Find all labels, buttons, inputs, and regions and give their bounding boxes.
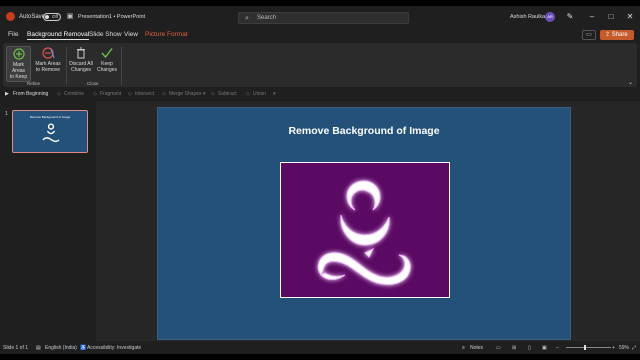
search-placeholder: Search bbox=[257, 15, 277, 21]
title-bar: AutoSave Off ▣ Presentation1 • PowerPoin… bbox=[0, 6, 640, 28]
union-button[interactable]: Union bbox=[253, 91, 266, 97]
group-label-refine: Refine bbox=[27, 81, 41, 86]
fit-to-window-icon[interactable]: ⤢ bbox=[632, 345, 636, 351]
group-separator bbox=[121, 47, 122, 85]
notes-icon: ≡ bbox=[462, 345, 465, 351]
mark-remove-line2: to Remove bbox=[35, 67, 61, 73]
keep-changes-button[interactable]: Keep Changes bbox=[95, 46, 119, 82]
share-button[interactable]: ⇪ Share bbox=[600, 30, 634, 40]
zoom-slider[interactable] bbox=[566, 347, 611, 348]
close-icon[interactable]: ✕ bbox=[625, 12, 635, 22]
zoom-out-icon[interactable]: – bbox=[556, 345, 559, 351]
ribbon-panel: Mark Areas to Keep Mark Areas to Remove … bbox=[3, 43, 637, 87]
autosave-label: AutoSave bbox=[19, 14, 46, 20]
intersect-button[interactable]: Intersect bbox=[135, 91, 154, 97]
mark-areas-to-keep-button[interactable]: Mark Areas to Keep bbox=[6, 46, 31, 82]
pen-icon[interactable]: ✎ bbox=[565, 12, 575, 22]
share-icon: ⇪ bbox=[605, 32, 611, 38]
slide-counter: Slide 1 of 1 bbox=[3, 345, 29, 351]
slide-title[interactable]: Remove Background of Image bbox=[158, 125, 570, 137]
slide-thumbnail[interactable]: Remove Background of Image bbox=[12, 110, 88, 153]
union-icon: ◇ bbox=[246, 91, 250, 97]
subtract-icon: ◇ bbox=[211, 91, 215, 97]
comment-icon: ▭ bbox=[586, 32, 592, 38]
fragment-button[interactable]: Fragment bbox=[100, 91, 121, 97]
share-label: Share bbox=[611, 32, 628, 38]
mark-keep-line2: to Keep bbox=[9, 74, 28, 80]
maximize-icon[interactable]: □ bbox=[606, 12, 616, 22]
customize-toolbar-icon[interactable]: ▾ bbox=[273, 91, 276, 97]
slideshow-icon: ▶ bbox=[5, 91, 9, 97]
mark-keep-icon bbox=[12, 48, 25, 60]
reading-view-icon[interactable]: ▯ bbox=[528, 345, 531, 351]
tab-file[interactable]: File bbox=[8, 31, 18, 38]
zoom-level[interactable]: 59% bbox=[619, 345, 629, 351]
group-label-close: Close bbox=[87, 81, 99, 86]
tab-slide-show[interactable]: Slide Show bbox=[89, 31, 122, 38]
slide-thumbnails-pane: 1 Remove Background of Image bbox=[0, 101, 96, 341]
comments-button[interactable]: ▭ bbox=[582, 30, 596, 40]
slide-sorter-icon[interactable]: ⊞ bbox=[512, 345, 516, 351]
accessibility-icon: ♿ bbox=[80, 345, 87, 351]
language-indicator[interactable]: English (India) bbox=[45, 345, 77, 351]
keep-line2: Changes bbox=[96, 67, 117, 73]
combine-icon: ◇ bbox=[57, 91, 61, 97]
mark-keep-line1: Mark Areas bbox=[11, 62, 26, 74]
tab-view[interactable]: View bbox=[124, 31, 138, 38]
thumbnail-number: 1 bbox=[5, 111, 8, 117]
search-box[interactable]: ⌕ Search bbox=[238, 12, 409, 24]
current-slide[interactable]: Remove Background of Image bbox=[157, 107, 571, 340]
yoga-meditation-icon bbox=[317, 180, 411, 286]
powerpoint-logo-icon bbox=[6, 12, 15, 21]
slide-picture[interactable] bbox=[280, 162, 450, 298]
powerpoint-window: AutoSave Off ▣ Presentation1 • PowerPoin… bbox=[0, 6, 640, 354]
accessibility-status[interactable]: Accessibility: Investigate bbox=[87, 345, 141, 351]
user-name[interactable]: Ashish Raulkar bbox=[510, 14, 547, 20]
document-title: Presentation1 • PowerPoint bbox=[78, 14, 146, 20]
zoom-in-icon[interactable]: + bbox=[612, 345, 615, 351]
thumbnail-title: Remove Background of Image bbox=[29, 115, 71, 119]
mark-remove-icon bbox=[42, 47, 55, 59]
slideshow-view-icon[interactable]: ▣ bbox=[542, 345, 547, 351]
trash-icon bbox=[77, 47, 85, 59]
search-icon: ⌕ bbox=[245, 15, 249, 22]
tab-picture-format[interactable]: Picture Format bbox=[145, 31, 188, 38]
minimize-icon[interactable]: – bbox=[587, 12, 597, 22]
normal-view-icon[interactable]: ▭ bbox=[496, 345, 501, 351]
notes-button[interactable]: Notes bbox=[470, 345, 483, 351]
zoom-slider-thumb[interactable] bbox=[584, 345, 586, 350]
vertical-scrollbar[interactable] bbox=[632, 101, 638, 341]
from-beginning-button[interactable]: From Beginning bbox=[13, 91, 48, 97]
intersect-icon: ◇ bbox=[128, 91, 132, 97]
autosave-toggle[interactable]: Off bbox=[43, 13, 61, 21]
checkmark-icon bbox=[101, 48, 113, 59]
tab-background-removal[interactable]: Background Removal bbox=[27, 31, 90, 40]
mark-areas-to-remove-button[interactable]: Mark Areas to Remove bbox=[33, 46, 63, 82]
combine-button[interactable]: Combine bbox=[64, 91, 84, 97]
quick-access-toolbar: ▶ From Beginning ◇ Combine ◇ Fragment ◇ … bbox=[0, 89, 640, 100]
collapse-ribbon-icon[interactable]: ⌄ bbox=[628, 79, 633, 86]
discard-all-changes-button[interactable]: Discard All Changes bbox=[67, 46, 95, 82]
avatar[interactable]: AR bbox=[545, 12, 555, 22]
ribbon-tabs: File Background Removal Slide Show View … bbox=[0, 28, 640, 42]
status-bar: Slide 1 of 1 ▤ English (India) ♿ Accessi… bbox=[0, 342, 640, 354]
subtract-button[interactable]: Subtract bbox=[218, 91, 237, 97]
merge-shapes-icon: ◇ bbox=[162, 91, 166, 97]
discard-line2: Changes bbox=[70, 67, 91, 73]
thumbnail-yoga-icon bbox=[42, 123, 60, 143]
chevron-down-icon[interactable]: ▾ bbox=[203, 91, 206, 97]
fragment-icon: ◇ bbox=[93, 91, 97, 97]
proofing-icon[interactable]: ▤ bbox=[36, 345, 41, 351]
merge-shapes-button[interactable]: Merge Shapes bbox=[169, 91, 202, 97]
save-icon[interactable]: ▣ bbox=[66, 13, 74, 21]
